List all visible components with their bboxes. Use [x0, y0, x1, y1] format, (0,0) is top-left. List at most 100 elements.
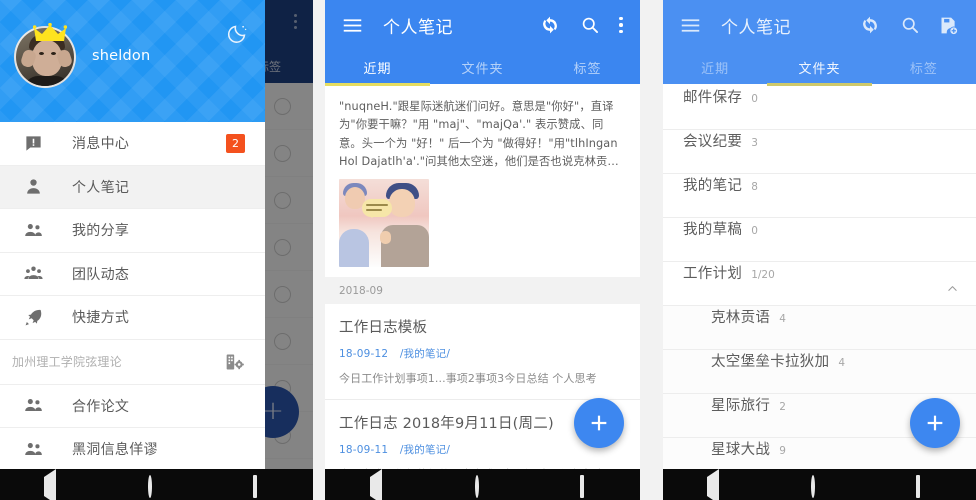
drawer-item-my-shares[interactable]: 我的分享 [0, 209, 265, 253]
nav-recents-icon[interactable] [915, 474, 932, 498]
tab-folders[interactable]: 文件夹 [430, 50, 535, 84]
sync-refresh-icon[interactable] [859, 14, 881, 36]
crown-icon [33, 23, 67, 41]
nav-back-icon[interactable] [44, 468, 60, 500]
folder-row-my-notes[interactable]: 我的笔记 8 [663, 174, 976, 218]
tab-tags[interactable]: 标签 [535, 50, 640, 84]
tab-bar: 近期 文件夹 标签 [325, 50, 640, 86]
avatar[interactable] [14, 23, 76, 88]
phone-panel-recent-notes: 个人笔记 近期 文件夹 标签 "nuqneH."跟星际迷航迷们问好。意思是"你好… [325, 0, 640, 500]
drawer-item-collab-papers[interactable]: 合作论文 [0, 384, 265, 428]
folder-count: 4 [779, 313, 786, 325]
search-icon[interactable] [579, 14, 601, 36]
folder-row-drafts[interactable]: 我的草稿 0 [663, 218, 976, 262]
page-title: 个人笔记 [721, 17, 791, 38]
folder-name: 克林贡语 [711, 310, 771, 326]
tab-label: 标签 [573, 61, 602, 77]
folder-row-meeting[interactable]: 会议纪要 3 [663, 130, 976, 174]
tab-label: 标签 [909, 61, 938, 77]
nav-home-icon[interactable] [474, 474, 491, 498]
navigation-drawer: sheldon 消息中心 2 个人笔记 我的分享 团队动态 快捷方式 加州理工学… [0, 0, 265, 469]
folder-name: 星球大战 [711, 442, 771, 458]
folder-name: 星际旅行 [711, 398, 771, 414]
folder-row-mail[interactable]: 邮件保存 0 [663, 86, 976, 130]
add-note-fab-icon[interactable] [574, 398, 624, 448]
folder-name: 会议纪要 [683, 134, 743, 150]
tab-label: 近期 [363, 61, 392, 77]
tab-bar: 近期 文件夹 标签 [663, 50, 976, 86]
note-path: /我的笔记/ [399, 444, 451, 456]
drawer-item-messages[interactable]: 消息中心 2 [0, 122, 265, 166]
search-icon[interactable] [899, 14, 921, 36]
note-date: 18-09-12 [339, 348, 389, 361]
panel-gap [313, 0, 325, 500]
phone-panel-drawer-open: 标签 + sheldon 消息中心 2 个人笔记 我的分享 团队动态 快捷方式 … [0, 0, 313, 500]
drawer-section-organization: 加州理工学院弦理论 [0, 339, 265, 385]
note-title: 工作日志模板 [339, 320, 428, 337]
note-meta: 18-09-11 /我的笔记/ [339, 442, 626, 457]
tab-folders[interactable]: 文件夹 [767, 50, 872, 86]
group-icon [22, 263, 44, 285]
drawer-username: sheldon [92, 48, 151, 64]
date-separator: 2018-09 [325, 277, 640, 305]
overflow-menu-icon[interactable] [619, 14, 623, 36]
hamburger-menu-icon[interactable] [341, 14, 363, 36]
note-preview-text: "nuqneH."跟星际迷航迷们问好。意思是"你好"，直译为"你要干嘛？"用 "… [339, 100, 618, 168]
nav-home-icon[interactable] [811, 474, 827, 498]
person-icon [22, 176, 44, 198]
folder-name: 邮件保存 [683, 90, 743, 106]
nav-recents-icon[interactable] [252, 474, 269, 498]
org-settings-icon[interactable] [225, 352, 247, 374]
drawer-item-team-activity[interactable]: 团队动态 [0, 252, 265, 296]
announcement-icon [22, 132, 44, 154]
folder-count: 2 [779, 401, 786, 413]
folder-row-work-plan[interactable]: 工作计划 1/20 [663, 262, 976, 306]
people-share-icon [22, 395, 44, 417]
hamburger-menu-icon[interactable] [679, 14, 701, 36]
drawer-item-label: 个人笔记 [72, 179, 130, 196]
tab-recent[interactable]: 近期 [663, 50, 767, 84]
android-navbar [325, 468, 640, 500]
drawer-item-personal-notes[interactable]: 个人笔记 [0, 165, 265, 209]
nav-back-icon[interactable] [369, 468, 386, 500]
tab-label: 文件夹 [798, 61, 841, 77]
chevron-up-icon[interactable] [947, 279, 958, 291]
app-bar: 个人笔记 [325, 0, 640, 50]
note-date: 18-09-11 [339, 444, 389, 456]
app-bar: 个人笔记 [663, 0, 976, 50]
page-title: 个人笔记 [383, 17, 453, 38]
note-preview-card[interactable]: "nuqneH."跟星际迷航迷们问好。意思是"你好"，直译为"你要干嘛？"用 "… [325, 86, 640, 278]
nav-home-icon[interactable] [148, 474, 164, 498]
nav-back-icon[interactable] [707, 468, 723, 500]
rocket-icon [22, 306, 44, 328]
tab-label: 文件夹 [461, 61, 504, 77]
sync-refresh-icon[interactable] [539, 14, 561, 36]
folder-name: 太空堡垒卡拉狄加 [711, 354, 830, 370]
subfolder-row-klingon[interactable]: 克林贡语 4 [663, 306, 976, 350]
new-folder-icon[interactable] [937, 14, 959, 36]
note-meta: 18-09-12 /我的笔记/ [339, 346, 626, 361]
folder-count: 0 [751, 225, 758, 237]
drawer-item-label: 消息中心 [72, 136, 130, 153]
drawer-menu: 消息中心 2 个人笔记 我的分享 团队动态 快捷方式 加州理工学院弦理论 合作论… [0, 122, 265, 469]
drawer-section-label: 加州理工学院弦理论 [12, 355, 122, 369]
folder-count: 3 [751, 137, 758, 149]
tab-recent[interactable]: 近期 [325, 50, 430, 86]
drawer-item-label: 我的分享 [72, 223, 130, 240]
folder-count: 1/20 [751, 269, 775, 281]
drawer-item-shortcuts[interactable]: 快捷方式 [0, 296, 265, 340]
folder-count: 4 [838, 357, 846, 369]
dark-mode-moon-icon[interactable] [227, 22, 249, 44]
status-badge: 2 [226, 134, 245, 153]
nav-recents-icon[interactable] [579, 474, 596, 498]
folder-name: 工作计划 [683, 266, 743, 282]
drawer-item-label: 黑洞信息佯谬 [72, 442, 158, 459]
drawer-item-blackhole-paradox[interactable]: 黑洞信息佯谬 [0, 428, 265, 469]
tab-tags[interactable]: 标签 [872, 50, 976, 84]
add-note-fab-icon[interactable] [910, 398, 960, 448]
subfolder-row-battlestar[interactable]: 太空堡垒卡拉狄加 4 [663, 350, 976, 394]
android-navbar [0, 468, 313, 500]
note-body: 今日工作计划事项1...事项2事项3今日总结 个人思考 [339, 372, 597, 386]
people-share-icon [22, 219, 44, 241]
list-item[interactable]: 工作日志模板 18-09-12 /我的笔记/ 今日工作计划事项1...事项2事项… [325, 304, 640, 400]
